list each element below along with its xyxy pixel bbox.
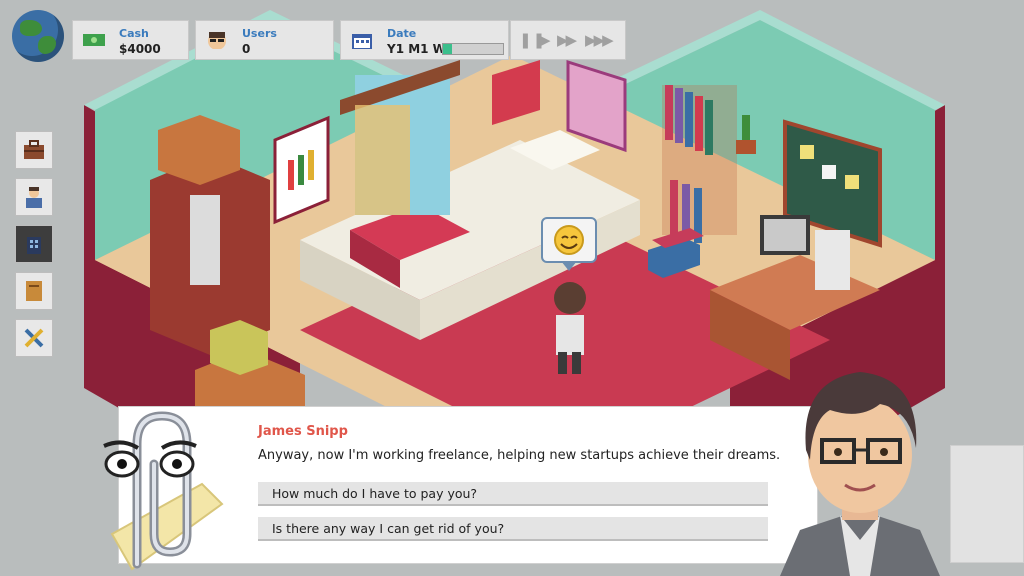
fast-forward-icon[interactable]: ▶▶ <box>557 31 577 49</box>
briefcase-icon <box>24 140 44 159</box>
dialog-choice-label: Is there any way I can get rid of you? <box>272 521 505 536</box>
staff-button[interactable] <box>15 178 53 216</box>
week-progress-bar <box>442 43 504 55</box>
notebook-button[interactable] <box>15 272 53 310</box>
users-label: Users <box>242 27 277 40</box>
week-progress-fill <box>443 44 452 54</box>
speaker-name: James Snipp <box>258 424 348 439</box>
tools-button[interactable] <box>15 319 53 357</box>
office-button[interactable] <box>15 225 53 263</box>
play-icon[interactable]: ▶ <box>539 31 550 49</box>
date-label: Date <box>387 27 417 40</box>
notebook-icon <box>26 281 42 301</box>
office-building-icon <box>27 237 41 254</box>
dialog-choice-label: How much do I have to pay you? <box>272 486 478 501</box>
paperclip-assistant-icon <box>103 411 224 571</box>
cash-label: Cash <box>119 27 149 40</box>
calendar-icon <box>352 34 372 49</box>
cash-icon <box>83 34 105 46</box>
user-face-icon <box>208 32 226 49</box>
date-value: Y1 M1 W <box>387 42 446 56</box>
fastest-forward-icon[interactable]: ▶▶▶ <box>585 31 614 49</box>
employee-icon <box>26 187 42 208</box>
globe-icon[interactable] <box>12 10 64 62</box>
users-value: 0 <box>242 42 251 56</box>
dialog-choice-1[interactable]: How much do I have to pay you? <box>258 482 768 506</box>
side-panel <box>950 445 1024 563</box>
users-panel: Users 0 <box>195 20 334 60</box>
emotion-bubble <box>541 217 597 271</box>
smiley-icon <box>554 225 584 255</box>
cash-panel: Cash $4000 <box>72 20 189 60</box>
projects-button[interactable] <box>15 131 53 169</box>
speaker-portrait <box>780 372 940 576</box>
cash-value: $4000 <box>119 42 161 56</box>
tools-icon <box>24 328 44 348</box>
dialog-line: Anyway, now I'm working freelance, helpi… <box>258 448 781 463</box>
speed-controls: ❚❚ ▶ ▶▶ ▶▶▶ <box>510 20 626 60</box>
dialog-choice-2[interactable]: Is there any way I can get rid of you? <box>258 517 768 541</box>
date-panel: Date Y1 M1 W <box>340 20 509 60</box>
